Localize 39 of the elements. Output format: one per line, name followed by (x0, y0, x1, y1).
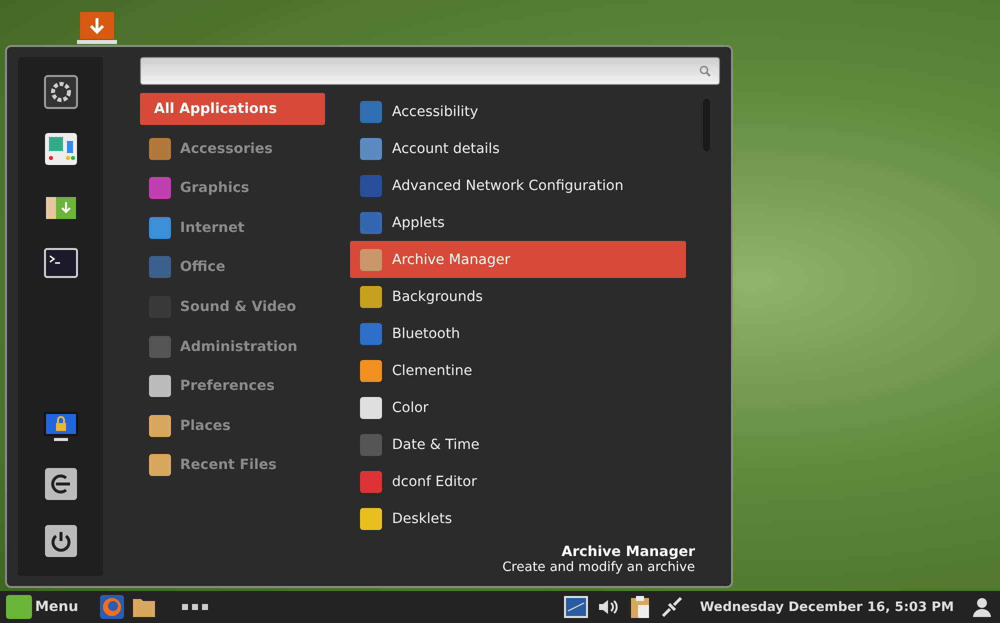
category-item[interactable]: Sound & Video (140, 290, 325, 323)
application-item[interactable]: Accessibility (350, 93, 686, 130)
application-item[interactable]: Desklets (350, 500, 686, 537)
category-item[interactable]: Places (140, 410, 325, 442)
category-item[interactable]: Office (140, 251, 325, 284)
category-item[interactable]: Accessories (140, 132, 325, 165)
download-icon[interactable] (77, 12, 117, 44)
logout-icon[interactable] (44, 467, 78, 501)
search-field[interactable] (140, 57, 720, 85)
application-item[interactable]: Advanced Network Configuration (350, 167, 686, 204)
application-item[interactable]: Color (350, 389, 686, 426)
application-item[interactable]: Date & Time (350, 426, 686, 463)
clock[interactable]: Wednesday December 16, 5:03 PM (700, 600, 954, 614)
application-item[interactable]: Archive Manager (350, 241, 686, 278)
category-item[interactable]: Preferences (140, 370, 325, 402)
search-icon (699, 65, 711, 77)
lock-screen-icon[interactable] (44, 410, 78, 444)
power-icon[interactable] (44, 524, 78, 558)
category-item[interactable]: Recent Files (140, 449, 325, 482)
description-title: Archive Manager (560, 544, 695, 560)
application-item[interactable]: Backgrounds (350, 278, 686, 315)
application-item[interactable]: Account details (350, 130, 686, 167)
workspace-icon[interactable] (564, 595, 588, 619)
category-item[interactable]: Administration (140, 330, 325, 363)
category-item[interactable]: All Applications (140, 93, 325, 125)
application-item[interactable]: dconf Editor (350, 463, 686, 500)
category-item[interactable]: Internet (140, 212, 325, 244)
application-item[interactable]: Clementine (350, 352, 686, 389)
category-item[interactable]: Graphics (140, 172, 325, 204)
browser-icon[interactable] (100, 595, 124, 619)
network-plug-icon[interactable] (660, 595, 684, 619)
application-item[interactable]: Bluetooth (350, 315, 686, 352)
window-list-icon[interactable] (182, 603, 208, 611)
terminal-icon[interactable] (44, 246, 78, 280)
application-item[interactable]: Applets (350, 204, 686, 241)
menu-button[interactable]: Menu (6, 595, 78, 619)
settings-icon[interactable] (44, 75, 78, 109)
system-monitor-icon[interactable] (44, 132, 78, 166)
description-text: Create and modify an archive (502, 560, 695, 576)
